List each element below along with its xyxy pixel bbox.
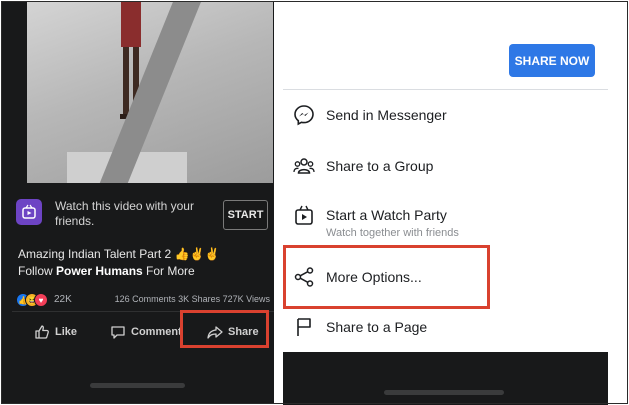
video-player[interactable] bbox=[27, 2, 273, 183]
watch-party-banner: Watch this video with your friends. STAR… bbox=[10, 192, 270, 234]
option-label: Share to a Page bbox=[326, 319, 428, 335]
home-indicator[interactable] bbox=[384, 390, 504, 395]
share-now-button[interactable]: SHARE NOW bbox=[509, 44, 595, 77]
option-sublabel: Watch together with friends bbox=[326, 227, 459, 239]
option-share-to-group[interactable]: Share to a Group bbox=[283, 143, 608, 189]
comment-button[interactable]: Comment bbox=[110, 317, 182, 347]
post-stats: 👍 😆 ♥ 22K 126 Comments 3K Shares 727K Vi… bbox=[16, 293, 272, 307]
option-start-watch-party[interactable]: Start a Watch Party Watch together with … bbox=[283, 192, 608, 242]
page-name-link[interactable]: Power Humans bbox=[56, 264, 143, 278]
love-reaction-icon: ♥ bbox=[34, 293, 48, 307]
comment-label: Comment bbox=[131, 326, 182, 338]
like-button[interactable]: Like bbox=[34, 317, 77, 347]
right-phone-screen: SHARE NOW Send in Messenger Share to a G… bbox=[283, 32, 608, 405]
option-label: Send in Messenger bbox=[326, 107, 447, 123]
watch-party-text: Watch this video with your friends. bbox=[55, 199, 194, 228]
watch-party-icon bbox=[16, 199, 42, 225]
like-label: Like bbox=[55, 326, 78, 338]
caption-follow-suffix: For More bbox=[142, 264, 195, 278]
navigation-bar bbox=[283, 352, 608, 405]
share-button-highlight bbox=[180, 310, 269, 348]
post-caption: Amazing Indian Talent Part 2 👍✌️✌️ Follo… bbox=[18, 246, 268, 280]
thumbs-up-icon bbox=[35, 325, 49, 339]
caption-emojis: 👍✌️✌️ bbox=[174, 247, 220, 261]
home-indicator[interactable] bbox=[90, 383, 185, 388]
messenger-icon bbox=[294, 105, 314, 126]
share-sheet-header: SHARE NOW bbox=[283, 32, 608, 88]
caption-follow-prefix: Follow bbox=[18, 264, 57, 278]
group-icon bbox=[293, 158, 315, 174]
option-label: Share to a Group bbox=[326, 158, 434, 174]
option-share-to-page[interactable]: Share to a Page bbox=[283, 304, 608, 350]
start-watch-party-button[interactable]: START bbox=[223, 200, 268, 230]
comment-icon bbox=[111, 326, 125, 339]
watch-party-icon bbox=[295, 205, 313, 225]
caption-line1: Amazing Indian Talent Part 2 bbox=[18, 247, 172, 261]
comments-shares-views[interactable]: 126 Comments 3K Shares 727K Views bbox=[115, 294, 270, 304]
flag-icon bbox=[297, 318, 311, 336]
divider bbox=[283, 89, 608, 90]
option-send-in-messenger[interactable]: Send in Messenger bbox=[283, 92, 608, 138]
reaction-count[interactable]: 22K bbox=[54, 294, 72, 305]
more-options-highlight bbox=[283, 245, 490, 309]
option-label: Start a Watch Party bbox=[326, 207, 447, 223]
